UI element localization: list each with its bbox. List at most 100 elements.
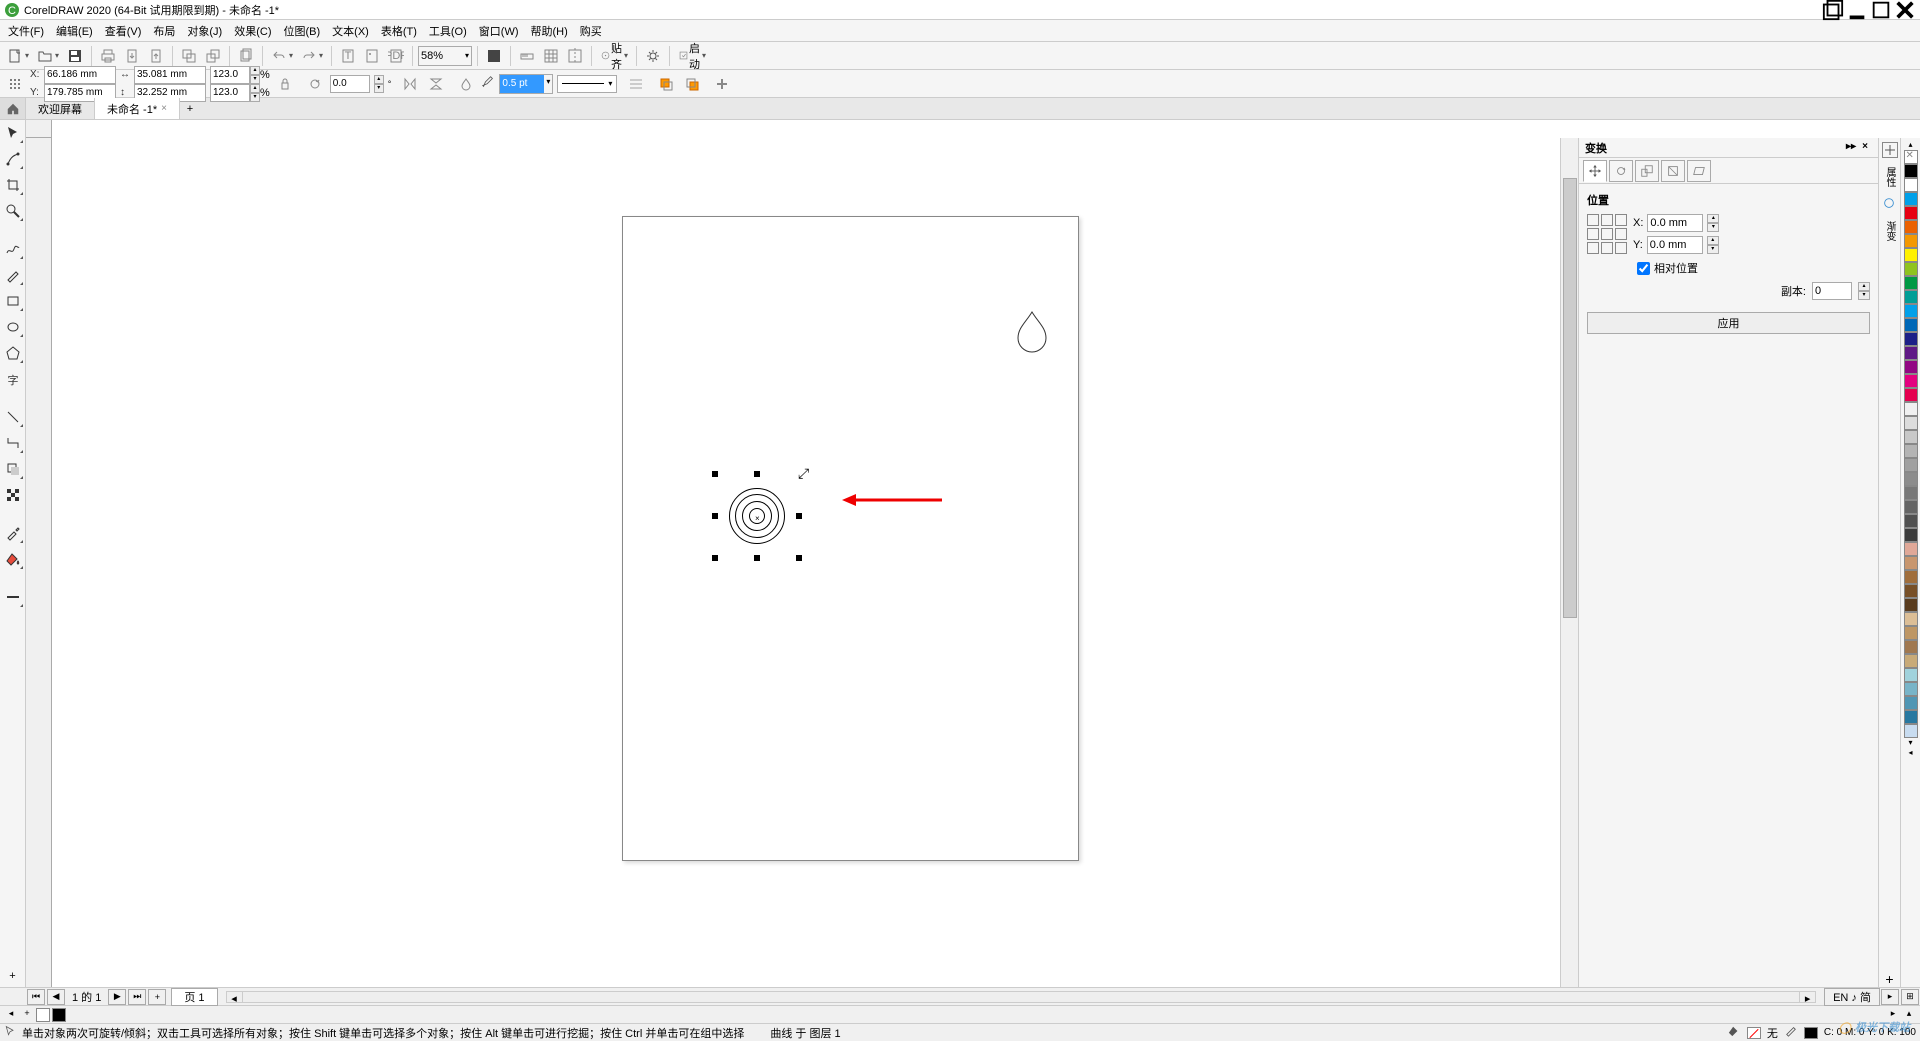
vscroll-thumb[interactable] (1563, 178, 1577, 618)
docker-collapse-icon[interactable]: ▸▸ (1844, 141, 1858, 155)
pal-left[interactable]: ◂ (4, 1008, 18, 1022)
menu-window[interactable]: 窗口(W) (473, 21, 525, 41)
swatch-navy[interactable] (1904, 332, 1918, 346)
scale-x-input[interactable] (210, 66, 250, 84)
print-button[interactable] (97, 45, 119, 67)
swatch-yellow[interactable] (1904, 248, 1918, 262)
palette-flyout[interactable]: ◂ (1904, 748, 1918, 758)
home-tab[interactable] (0, 98, 26, 119)
export-button[interactable] (145, 45, 167, 67)
palette-up[interactable]: ▴ (1904, 140, 1918, 150)
wrap-text-button[interactable] (625, 73, 647, 95)
swatch-lime[interactable] (1904, 262, 1918, 276)
strip-icon-2[interactable] (1882, 196, 1898, 212)
menu-bitmap[interactable]: 位图(B) (278, 21, 327, 41)
add-page-button[interactable]: + (148, 989, 166, 1005)
zoom-combo[interactable]: 58%▾ (418, 46, 472, 66)
outline-indicator[interactable] (1804, 1027, 1818, 1039)
drop-shadow-tool[interactable] (2, 458, 24, 480)
scale-tab[interactable] (1635, 160, 1659, 182)
strip-top-icon[interactable] (1882, 142, 1898, 158)
hscroll-left[interactable]: ◂ (227, 992, 243, 1002)
relative-position-checkbox[interactable]: 相对位置 (1637, 260, 1870, 276)
line-style-combo[interactable]: ▾ (557, 75, 617, 93)
swatch-tan[interactable] (1904, 542, 1918, 556)
open-button[interactable]: ▾ (34, 45, 62, 67)
swatch-95gray[interactable] (1904, 528, 1918, 542)
swatch-white[interactable] (1904, 178, 1918, 192)
menu-file[interactable]: 文件(F) (2, 21, 50, 41)
swatch-cyan[interactable] (1904, 192, 1918, 206)
dock-y-spinner[interactable]: ▴▾ (1707, 236, 1719, 254)
swatch-brown4[interactable] (1904, 598, 1918, 612)
menu-text[interactable]: 文本(X) (326, 21, 375, 41)
add-button[interactable] (711, 73, 733, 95)
text-tool[interactable]: 字 (2, 368, 24, 390)
x-position-input[interactable] (44, 66, 116, 84)
strip-add-icon[interactable]: + (1885, 971, 1893, 987)
skew-tab[interactable] (1687, 160, 1711, 182)
hscroll-right[interactable]: ▸ (1799, 992, 1815, 1002)
copies-spinner[interactable]: ▴▾ (1858, 282, 1870, 300)
vertical-ruler[interactable] (26, 138, 52, 987)
handle-w[interactable] (712, 513, 718, 519)
swatch-brown3[interactable] (1904, 584, 1918, 598)
pal-black[interactable] (52, 1008, 66, 1022)
redo-button[interactable]: ▾ (298, 45, 326, 67)
language-indicator[interactable]: EN ♪ 简 (1824, 988, 1880, 1006)
swatch-violet[interactable] (1904, 360, 1918, 374)
mirror-h-button[interactable] (399, 73, 421, 95)
pal-right[interactable]: ▸ (1886, 1008, 1900, 1022)
tab-close-icon[interactable]: × (161, 103, 167, 114)
cascade-button[interactable] (178, 45, 200, 67)
copies-input[interactable] (1812, 282, 1852, 300)
rotation-input[interactable] (330, 75, 370, 93)
handle-sw[interactable] (712, 555, 718, 561)
lock-ratio-button[interactable] (274, 73, 296, 95)
swatch-pink[interactable] (1904, 388, 1918, 402)
restore-down-icon[interactable] (1822, 2, 1844, 18)
drawing-canvas[interactable]: × ⤢ (52, 138, 1560, 987)
menu-tools[interactable]: 工具(O) (423, 21, 473, 41)
outline-pen-tool[interactable] (2, 586, 24, 608)
import-button[interactable] (121, 45, 143, 67)
close-icon[interactable] (1894, 2, 1916, 18)
origin-button[interactable] (4, 73, 26, 95)
dock-x-input[interactable] (1647, 214, 1703, 232)
dock-x-spinner[interactable]: ▴▾ (1707, 214, 1719, 232)
size-tab[interactable] (1661, 160, 1685, 182)
scale-y-input[interactable] (210, 84, 250, 102)
page-tab[interactable]: 页 1 (171, 988, 217, 1006)
swatch-40gray[interactable] (1904, 444, 1918, 458)
handle-n[interactable] (754, 471, 760, 477)
new-doc-button[interactable]: ▾ (4, 45, 32, 67)
artistic-media-tool[interactable] (2, 264, 24, 286)
position-tab[interactable] (1583, 160, 1607, 182)
vertical-scrollbar[interactable] (1560, 138, 1578, 987)
gradient-tab[interactable]: 渐变 (1879, 214, 1900, 248)
ruler-corner[interactable] (26, 120, 52, 138)
swatch-20gray[interactable] (1904, 416, 1918, 430)
zoom-tool[interactable] (2, 200, 24, 222)
welcome-tab[interactable]: 欢迎屏幕 (26, 98, 95, 119)
swatch-ltblue1[interactable] (1904, 668, 1918, 682)
polygon-tool[interactable] (2, 342, 24, 364)
swatch-brown2[interactable] (1904, 570, 1918, 584)
swatch-blue[interactable] (1904, 318, 1918, 332)
swatch-green[interactable] (1904, 276, 1918, 290)
swatch-ltblue4[interactable] (1904, 710, 1918, 724)
menu-table[interactable]: 表格(T) (375, 21, 423, 41)
handle-nw[interactable] (712, 471, 718, 477)
swatch-none[interactable] (1904, 150, 1918, 164)
fill-tool[interactable] (2, 548, 24, 570)
ruler-button[interactable] (516, 45, 538, 67)
menu-object[interactable]: 对象(J) (181, 21, 228, 41)
outline-width-chevron[interactable]: ▾ (544, 75, 552, 93)
swatch-amber[interactable] (1904, 234, 1918, 248)
copy-button[interactable] (235, 45, 257, 67)
to-front-button[interactable] (655, 73, 677, 95)
guides-button[interactable] (564, 45, 586, 67)
add-tool-button[interactable]: + (2, 965, 24, 987)
menu-buy[interactable]: 购买 (574, 21, 608, 41)
nav-expand[interactable]: ⊞ (1901, 989, 1919, 1005)
